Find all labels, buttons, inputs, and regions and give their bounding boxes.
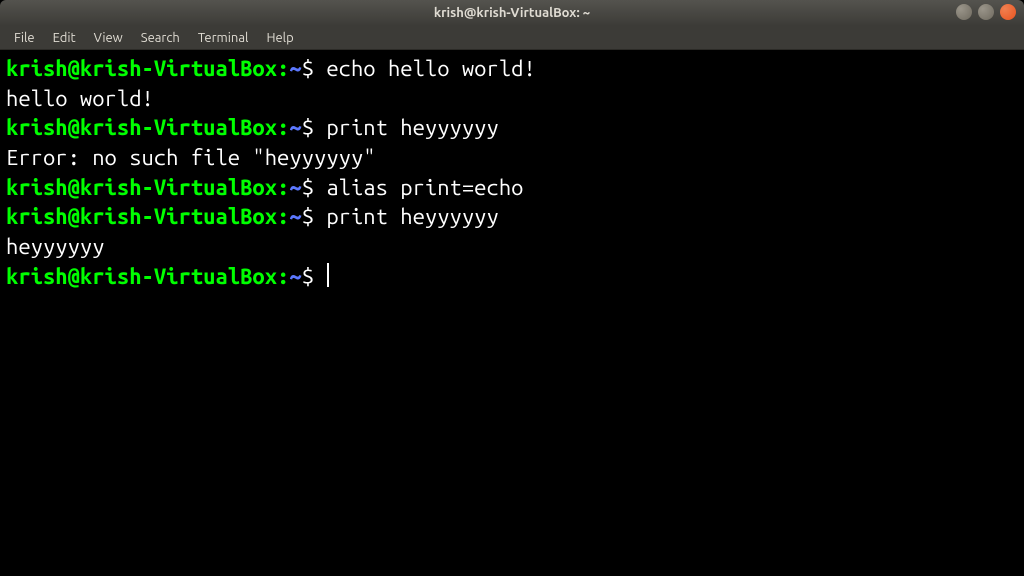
prompt-dollar: $ xyxy=(302,264,327,289)
minimize-button[interactable] xyxy=(956,4,972,20)
prompt-dollar: $ xyxy=(302,56,327,81)
prompt-path: ~ xyxy=(289,56,301,81)
terminal-line: krish@krish-VirtualBox:~$ xyxy=(6,262,1018,292)
window-controls xyxy=(956,4,1016,20)
prompt-colon: : xyxy=(277,115,289,140)
terminal-output: Error: no such file "heyyyyyy" xyxy=(6,143,1018,173)
maximize-button[interactable] xyxy=(978,4,994,20)
terminal-line: krish@krish-VirtualBox:~$ echo hello wor… xyxy=(6,54,1018,84)
prompt-userhost: krish@krish-VirtualBox xyxy=(6,264,277,289)
menu-file[interactable]: File xyxy=(6,29,43,47)
prompt-userhost: krish@krish-VirtualBox xyxy=(6,204,277,229)
prompt-dollar: $ xyxy=(302,115,327,140)
terminal-line: krish@krish-VirtualBox:~$ alias print=ec… xyxy=(6,173,1018,203)
prompt-userhost: krish@krish-VirtualBox xyxy=(6,56,277,81)
terminal-output: heyyyyyy xyxy=(6,232,1018,262)
prompt-path: ~ xyxy=(289,175,301,200)
titlebar[interactable]: krish@krish-VirtualBox: ~ xyxy=(0,0,1024,26)
menubar: File Edit View Search Terminal Help xyxy=(0,26,1024,50)
command-text: echo hello world! xyxy=(326,56,535,81)
menu-help[interactable]: Help xyxy=(258,29,301,47)
menu-edit[interactable]: Edit xyxy=(45,29,84,47)
prompt-userhost: krish@krish-VirtualBox xyxy=(6,115,277,140)
prompt-path: ~ xyxy=(289,115,301,140)
prompt-path: ~ xyxy=(289,204,301,229)
cursor xyxy=(327,263,329,287)
prompt-userhost: krish@krish-VirtualBox xyxy=(6,175,277,200)
menu-view[interactable]: View xyxy=(86,29,131,47)
menu-terminal[interactable]: Terminal xyxy=(190,29,257,47)
prompt-colon: : xyxy=(277,56,289,81)
close-button[interactable] xyxy=(1000,4,1016,20)
window-title: krish@krish-VirtualBox: ~ xyxy=(434,6,590,20)
terminal-viewport[interactable]: krish@krish-VirtualBox:~$ echo hello wor… xyxy=(0,50,1024,576)
terminal-line: krish@krish-VirtualBox:~$ print heyyyyyy xyxy=(6,202,1018,232)
prompt-dollar: $ xyxy=(302,204,327,229)
prompt-path: ~ xyxy=(289,264,301,289)
command-text: print heyyyyyy xyxy=(326,115,498,140)
command-text: print heyyyyyy xyxy=(326,204,498,229)
prompt-colon: : xyxy=(277,264,289,289)
prompt-colon: : xyxy=(277,204,289,229)
terminal-output: hello world! xyxy=(6,84,1018,114)
prompt-colon: : xyxy=(277,175,289,200)
menu-search[interactable]: Search xyxy=(133,29,188,47)
command-text: alias print=echo xyxy=(326,175,523,200)
terminal-line: krish@krish-VirtualBox:~$ print heyyyyyy xyxy=(6,113,1018,143)
prompt-dollar: $ xyxy=(302,175,327,200)
terminal-window: krish@krish-VirtualBox: ~ File Edit View… xyxy=(0,0,1024,576)
